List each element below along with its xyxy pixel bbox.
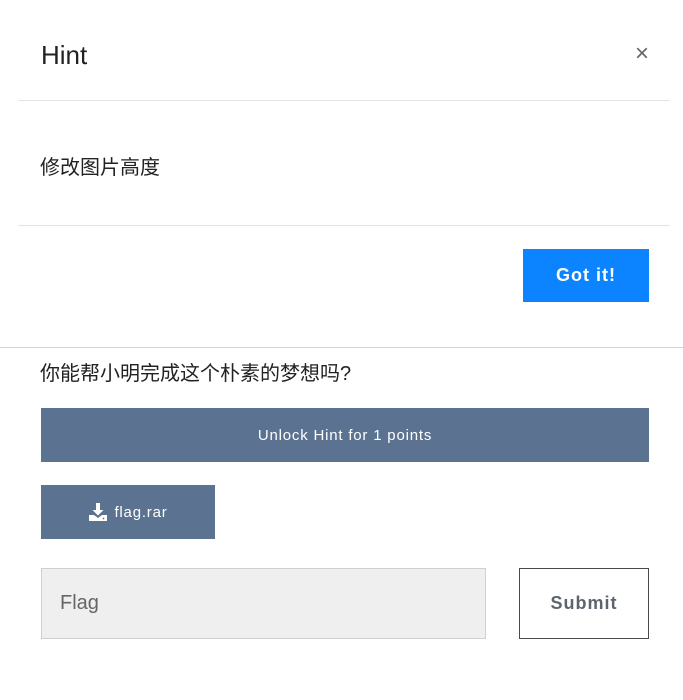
download-icon [89, 503, 108, 521]
modal-body: 修改图片高度 [18, 101, 670, 226]
close-icon[interactable]: × [630, 40, 654, 68]
modal-title: Hint [41, 40, 88, 70]
divider [0, 347, 683, 348]
hint-text: 修改图片高度 [40, 157, 160, 179]
got-it-button[interactable]: Got it! [523, 249, 649, 302]
submit-button[interactable]: Submit [519, 568, 649, 639]
modal-header: Hint × [18, 0, 670, 101]
unlock-hint-button[interactable]: Unlock Hint for 1 points [41, 408, 649, 462]
hint-modal: Hint × 修改图片高度 Got it! [0, 0, 683, 348]
file-name: flag.rar [114, 503, 168, 521]
flag-input[interactable] [41, 568, 486, 639]
download-file-button[interactable]: flag.rar [41, 485, 215, 539]
challenge-description: 你能帮小明完成这个朴素的梦想吗? [40, 363, 352, 385]
